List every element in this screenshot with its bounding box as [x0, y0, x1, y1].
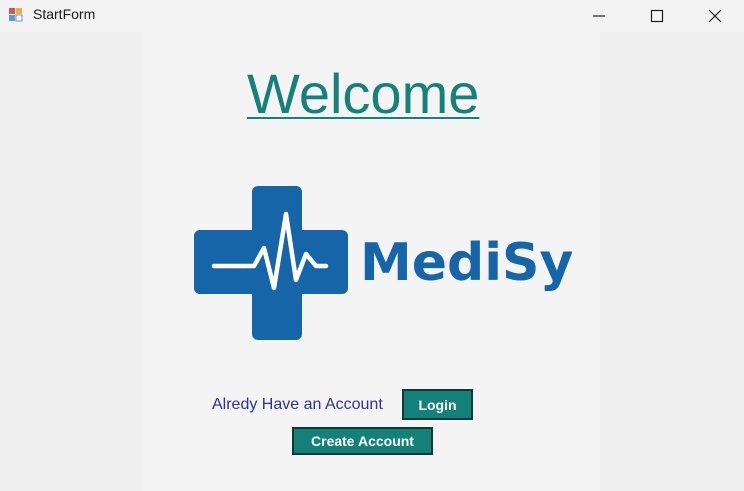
start-form-window: StartForm Welcome MediSys [0, 0, 744, 491]
window-title: StartForm [33, 6, 96, 22]
close-icon [708, 9, 722, 23]
maximize-icon [650, 9, 664, 23]
app-icon [8, 7, 24, 23]
minimize-button[interactable] [570, 0, 628, 32]
medisys-logo: MediSys [192, 184, 604, 340]
start-panel: Welcome MediSys Alredy Have an Account L… [142, 32, 604, 491]
logo-text: MediSys [360, 233, 572, 293]
login-button[interactable]: Login [402, 389, 473, 420]
maximize-button[interactable] [628, 0, 686, 32]
create-account-button[interactable]: Create Account [292, 427, 433, 455]
welcome-heading: Welcome [247, 62, 480, 125]
account-prompt: Alredy Have an Account [212, 396, 383, 413]
minimize-icon [593, 15, 605, 17]
title-bar[interactable]: StartForm [0, 0, 744, 32]
close-button[interactable] [686, 0, 744, 32]
medical-cross-icon [194, 186, 348, 340]
